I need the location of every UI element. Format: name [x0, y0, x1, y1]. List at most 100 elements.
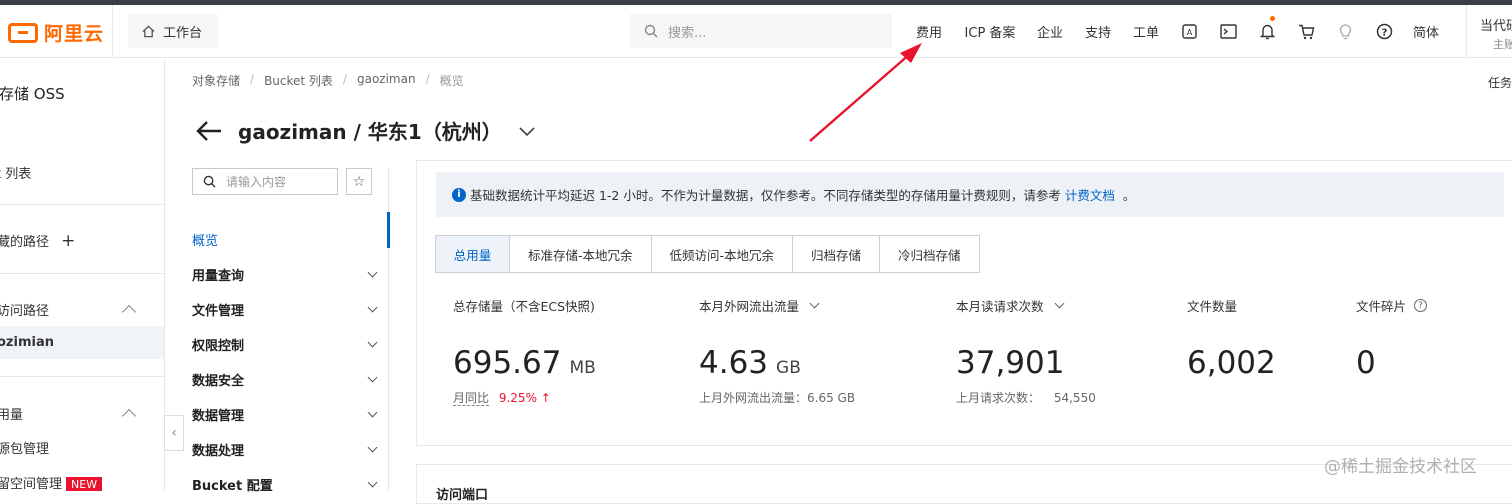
divider: [0, 273, 164, 274]
fragments-label: 文件碎片: [1356, 299, 1407, 314]
breadcrumb-bucket-list[interactable]: Bucket 列表: [264, 72, 333, 89]
nav-enterprise[interactable]: 企业: [1026, 5, 1074, 58]
file-count-label: 文件数量: [1187, 299, 1238, 314]
breadcrumb-current: 概览: [439, 74, 464, 88]
breadcrumb-sep: /: [250, 72, 255, 86]
tab-infrequent[interactable]: 低频访问-本地冗余: [652, 236, 794, 272]
tab-cold-archive[interactable]: 冷归档存储: [880, 236, 979, 272]
lightbulb-icon[interactable]: [1326, 5, 1365, 58]
submenu-label: 文件管理: [192, 304, 245, 319]
traffic-label: 本月外网流出流量: [699, 299, 800, 314]
submenu-access-control[interactable]: 权限控制: [192, 327, 388, 362]
sidebar-item-bucket-list[interactable]: t 列表: [0, 163, 31, 182]
metric-label: 文件碎片?: [1356, 296, 1428, 315]
breadcrumb: 对象存储 / Bucket 列表 / gaoziman / 概览: [192, 72, 464, 89]
chevron-down-icon: [1054, 298, 1064, 309]
tab-archive[interactable]: 归档存储: [793, 236, 881, 272]
product-title: 存储 OSS: [0, 85, 65, 103]
metric-file-count: 文件数量 6,002: [1187, 296, 1276, 381]
submenu-data-security[interactable]: 数据安全: [192, 362, 388, 397]
favorite-button[interactable]: ☆: [346, 168, 372, 195]
metric-label[interactable]: 本月外网流出流量: [699, 296, 855, 315]
bell-icon[interactable]: [1248, 5, 1287, 58]
logo-text: 阿里云: [44, 23, 105, 45]
help-icon[interactable]: ?: [1414, 299, 1428, 312]
nav-billing[interactable]: 费用: [904, 5, 954, 58]
sidebar-item-package[interactable]: 源包管理: [0, 438, 49, 457]
chevron-up-icon[interactable]: [121, 304, 137, 320]
search-icon: [644, 24, 658, 38]
chevron-down-icon[interactable]: [518, 125, 536, 137]
submenu-label: Bucket 配置: [192, 479, 273, 494]
submenu-label: 用量查询: [192, 269, 245, 284]
sidebar-item-reserved-space[interactable]: 留空间管理 NEW: [0, 473, 103, 491]
metric-requests: 本月读请求次数 37,901 上月请求次数： 54,550: [956, 296, 1096, 406]
nav-icp[interactable]: ICP 备案: [954, 5, 1026, 58]
sidebar-item-bucket-active[interactable]: ozimian: [0, 335, 54, 350]
mom-value: 9.25%: [498, 391, 537, 405]
storage-value: 695.67: [453, 345, 562, 381]
chevron-down-icon: [367, 442, 378, 453]
task-button[interactable]: 任务: [1488, 74, 1512, 91]
breadcrumb-oss[interactable]: 对象存储: [192, 72, 240, 89]
user-menu[interactable]: 当代研 主账: [1466, 5, 1512, 58]
traffic-last-month: 上月外网流出流量：6.65 GB: [699, 391, 856, 405]
back-arrow-icon[interactable]: [196, 120, 222, 142]
metric-total-storage: 总存储量（不含ECS快照) 695.67 MB 月同比 9.25% ↑: [453, 296, 596, 406]
aliyun-logo[interactable]: 阿里云: [8, 19, 104, 46]
cart-icon[interactable]: [1287, 5, 1326, 58]
reserved-label: 留空间管理: [0, 477, 63, 491]
fragments-value: 0: [1356, 345, 1376, 381]
submenu-active-indicator: [387, 212, 390, 248]
chevron-down-icon: [367, 302, 378, 313]
top-nav: 费用 ICP 备案 企业 支持 工单 A ? 简体: [904, 5, 1448, 58]
tab-standard[interactable]: 标准存储-本地冗余: [510, 236, 652, 272]
sidebar-item-recent-paths[interactable]: 访问路径: [0, 300, 49, 319]
billing-doc-link[interactable]: 计费文档: [1065, 185, 1115, 204]
chevron-down-icon: [367, 477, 378, 488]
submenu-overview[interactable]: 概览: [192, 222, 388, 257]
collapse-sidebar-button[interactable]: ‹: [164, 415, 184, 451]
file-count-value: 6,002: [1187, 345, 1276, 381]
section-title-peek: 访问端口: [436, 488, 489, 503]
notice-tail: 。: [1122, 188, 1136, 203]
submenu-usage-query[interactable]: 用量查询: [192, 257, 388, 292]
storage-type-tabs: 总用量 标准存储-本地冗余 低频访问-本地冗余 归档存储 冷归档存储: [435, 235, 980, 273]
chevron-down-icon: [367, 267, 378, 278]
submenu-label: 数据安全: [192, 374, 245, 389]
submenu-data-management[interactable]: 数据管理: [192, 397, 388, 432]
add-icon[interactable]: +: [61, 231, 75, 251]
tab-total[interactable]: 总用量: [436, 236, 510, 272]
submenu-bucket-config[interactable]: Bucket 配置: [192, 467, 388, 502]
help-icon[interactable]: ?: [1365, 5, 1404, 58]
svg-text:A: A: [1187, 28, 1193, 37]
metric-label: 总存储量（不含ECS快照): [453, 299, 595, 314]
submenu-file-management[interactable]: 文件管理: [192, 292, 388, 327]
requests-last-value: 54,550: [1053, 391, 1096, 405]
language-switch[interactable]: 简体: [1404, 5, 1448, 58]
bucket-submenu: 概览 用量查询 文件管理 权限控制 数据安全 数据管理 数据处理 Bucket …: [192, 222, 388, 502]
divider: [112, 5, 113, 58]
divider: [0, 376, 164, 377]
workbench-button[interactable]: 工作台: [128, 14, 218, 48]
nav-support[interactable]: 支持: [1074, 5, 1122, 58]
user-role: 主账: [1493, 38, 1512, 51]
home-icon: [142, 25, 155, 37]
submenu-data-processing[interactable]: 数据处理: [192, 432, 388, 467]
submenu-search-placeholder: 请输入内容: [226, 175, 287, 189]
submenu-search-input[interactable]: 请输入内容: [192, 168, 338, 195]
workbench-label: 工作台: [163, 25, 203, 41]
nav-ticket[interactable]: 工单: [1122, 5, 1170, 58]
terminal-icon[interactable]: [1209, 5, 1248, 58]
metric-label[interactable]: 本月读请求次数: [956, 296, 1096, 315]
global-search-input[interactable]: 搜索...: [630, 14, 892, 48]
sidebar-item-usage[interactable]: 用量: [0, 404, 23, 423]
sidebar-item-my-paths[interactable]: 藏的路径 +: [0, 231, 75, 251]
app-icon[interactable]: A: [1170, 5, 1209, 58]
my-paths-label: 藏的路径: [0, 235, 50, 250]
metric-traffic: 本月外网流出流量 4.63 GB 上月外网流出流量：6.65 GB: [699, 296, 855, 406]
chevron-up-icon[interactable]: [121, 408, 137, 424]
breadcrumb-bucket[interactable]: gaoziman: [357, 72, 416, 89]
product-sidebar: 存储 OSS t 列表 藏的路径 + 访问路径 ozimian 用量 源包管理 …: [0, 59, 165, 491]
info-icon: i: [452, 187, 466, 202]
